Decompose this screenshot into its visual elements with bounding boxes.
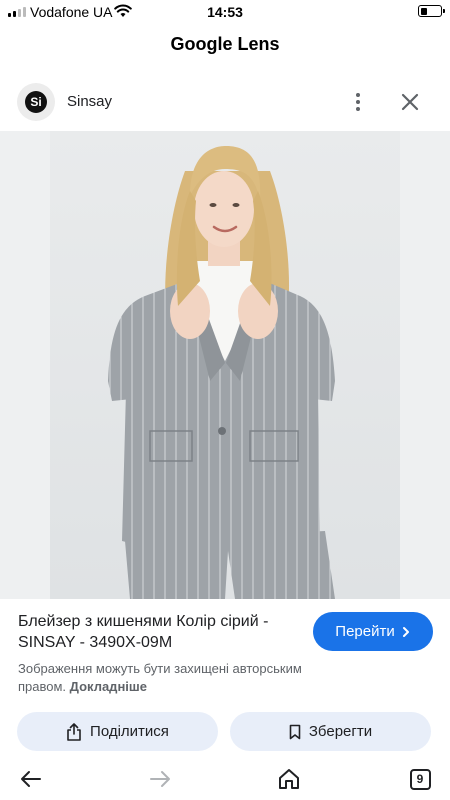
home-icon [279,769,299,789]
source-name[interactable]: Sinsay [67,93,112,110]
save-label: Зберегти [308,723,373,740]
more-options-button[interactable] [346,90,370,114]
visit-button-label: Перейти [335,623,395,640]
woman-in-blazer-image [50,131,400,599]
share-label: Поділитися [90,723,169,740]
tabs-button[interactable]: 9 [405,764,435,794]
learn-more-link[interactable]: Докладніше [70,679,147,694]
more-vert-icon [356,93,360,97]
app-title: Google Lens [170,34,280,54]
chevron-right-icon [402,626,409,637]
tabs-count: 9 [409,768,431,790]
source-logo[interactable]: Si [17,83,55,121]
share-icon [67,722,81,741]
close-button[interactable] [398,90,422,114]
clock: 14:53 [207,4,243,20]
result-title[interactable]: Блейзер з кишенями Колір сірий - SINSAY … [18,611,298,653]
copyright-text: Зображення можуть бути захищені авторськ… [18,661,302,694]
battery-icon [418,5,445,17]
copyright-notice: Зображення можуть бути захищені авторськ… [18,660,348,696]
arrow-left-icon [21,771,41,787]
share-button[interactable]: Поділитися [17,712,218,751]
status-bar: Vodafone UA 14:53 [0,0,450,24]
back-button[interactable] [16,764,46,794]
bookmark-icon [289,724,301,739]
sinsay-logo-icon: Si [25,91,47,113]
home-button[interactable] [274,764,304,794]
browser-bottom-bar: 9 [0,758,450,800]
save-button[interactable]: Зберегти [230,712,431,751]
forward-button[interactable] [145,764,175,794]
product-photo [50,131,400,599]
arrow-right-icon [150,771,170,787]
source-header: Si Sinsay [0,80,450,124]
result-image-area[interactable] [0,131,450,599]
visit-button[interactable]: Перейти [313,612,433,651]
